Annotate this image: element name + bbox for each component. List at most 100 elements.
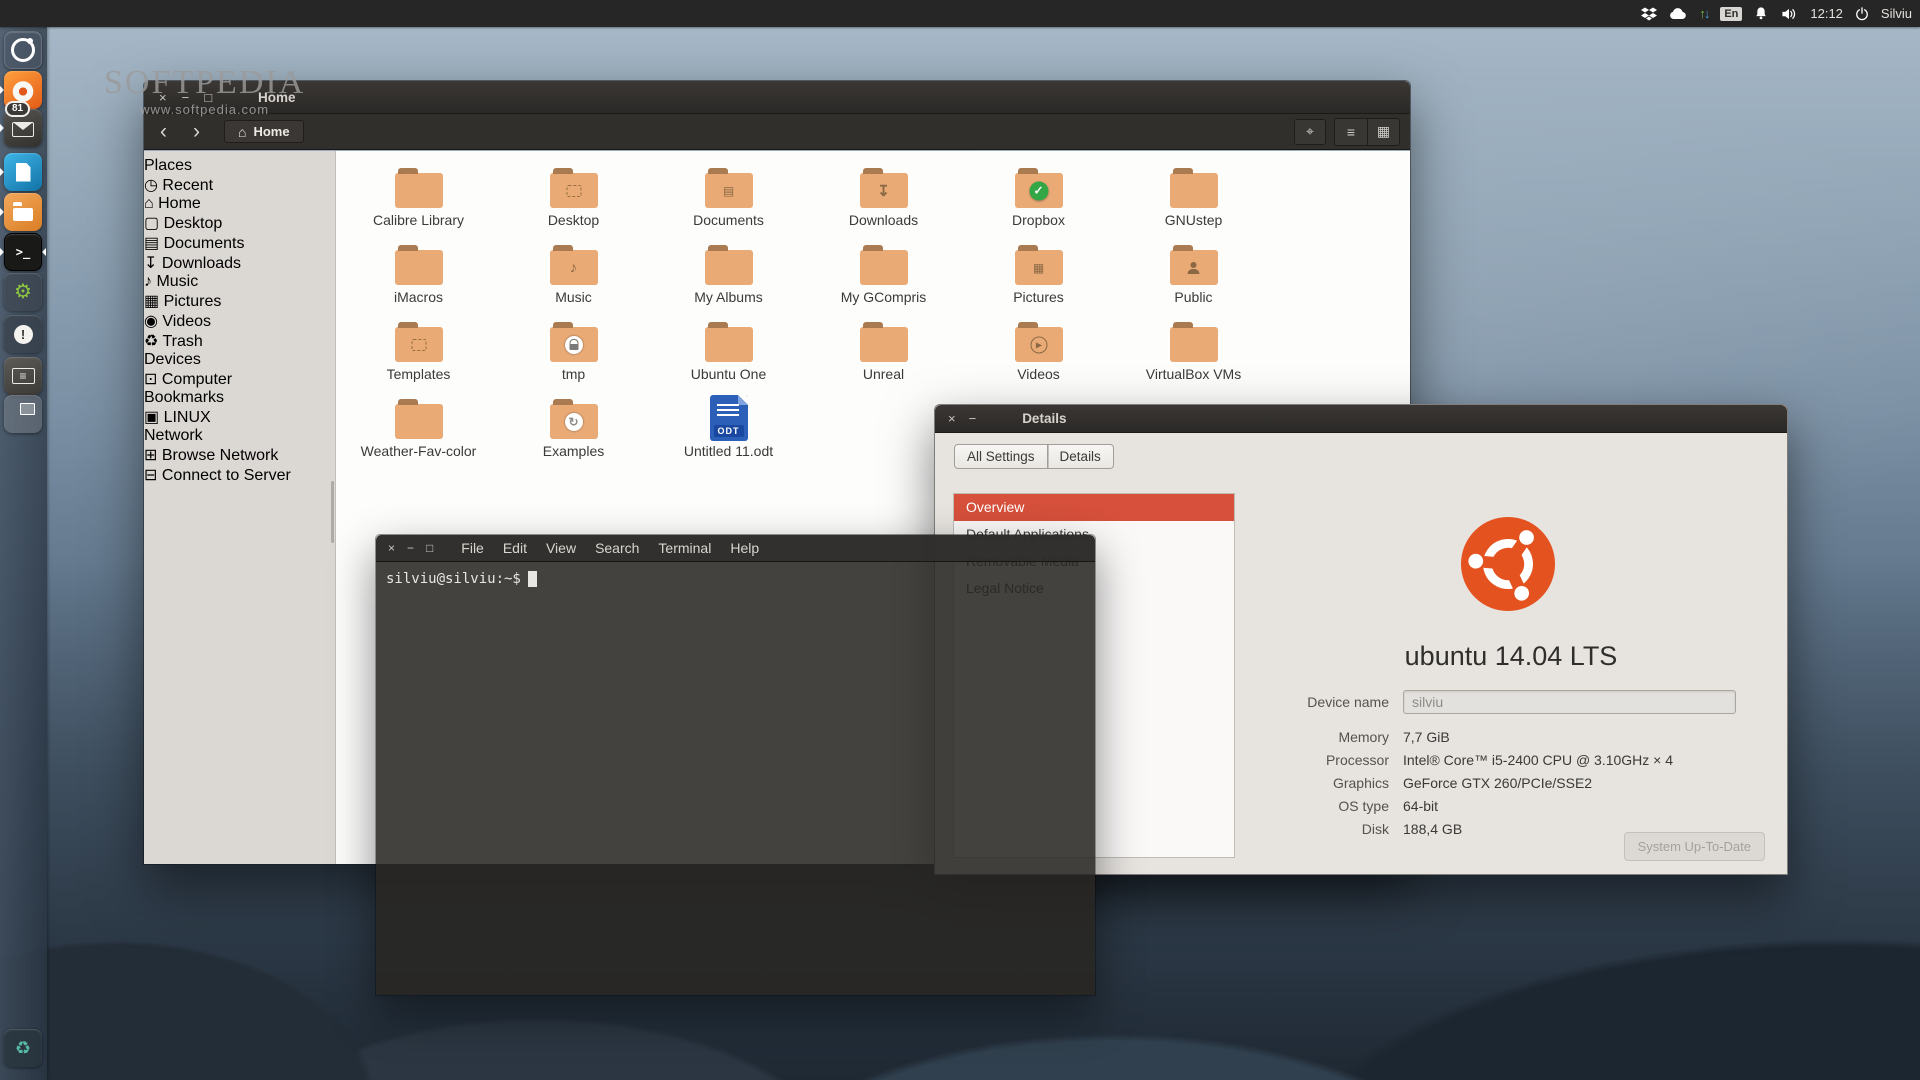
file-item[interactable]: iMacros: [344, 240, 494, 317]
file-item[interactable]: Weather-Fav-color: [344, 394, 494, 471]
maximize-icon[interactable]: □: [204, 91, 212, 104]
volume-speaker-icon[interactable]: [1780, 7, 1798, 21]
dash-home-icon[interactable]: [4, 31, 42, 69]
files-icon[interactable]: [0, 193, 42, 231]
sidebar-item[interactable]: ↧ Downloads: [144, 253, 335, 273]
file-item[interactable]: GNUstep: [1119, 163, 1269, 240]
menu-item[interactable]: Help: [730, 540, 759, 556]
sidebar-item-label: Home: [158, 195, 201, 212]
list-view-button[interactable]: ≡: [1335, 118, 1367, 145]
close-icon[interactable]: ×: [159, 91, 167, 104]
downloads-icon: ↧: [144, 255, 158, 272]
file-item[interactable]: Public: [1119, 240, 1269, 317]
back-icon[interactable]: ‹: [160, 121, 167, 142]
terminal-icon[interactable]: [0, 233, 46, 271]
dropbox-tray-icon[interactable]: [1641, 7, 1658, 21]
file-item[interactable]: My GCompris: [809, 240, 959, 317]
session-power-icon[interactable]: [1855, 6, 1869, 21]
file-manager-titlebar[interactable]: × − □ Home: [144, 81, 1410, 114]
sidebar-item[interactable]: ▢ Desktop: [144, 213, 335, 233]
sidebar-item[interactable]: ⊟ Connect to Server: [144, 465, 335, 485]
file-item[interactable]: My Albums: [654, 240, 804, 317]
file-label: Ubuntu One: [690, 366, 767, 382]
session-username[interactable]: Silviu: [1881, 6, 1912, 21]
file-item[interactable]: Unreal: [809, 317, 959, 394]
forward-icon[interactable]: ›: [193, 121, 200, 142]
settings-gear-icon[interactable]: [4, 273, 42, 311]
close-icon[interactable]: ×: [388, 542, 395, 554]
update-alert-icon[interactable]: [4, 315, 42, 353]
sidebar-item[interactable]: Devices: [144, 351, 335, 369]
terminal-titlebar[interactable]: × − □ File Edit View Search Terminal Hel…: [376, 535, 1095, 562]
file-item[interactable]: Desktop: [499, 163, 649, 240]
menu-item[interactable]: View: [546, 540, 576, 556]
menu-item[interactable]: File: [461, 540, 484, 556]
sidebar-item[interactable]: Places: [144, 157, 335, 175]
sidebar-item[interactable]: ⊞ Browse Network: [144, 445, 335, 465]
sidebar-item[interactable]: ◉ Videos: [144, 311, 335, 331]
sidebar-item[interactable]: ▣ LINUX: [144, 407, 335, 427]
minimize-icon[interactable]: −: [182, 91, 190, 104]
file-item[interactable]: Downloads: [809, 163, 959, 240]
launcher-tile-art: [4, 153, 42, 191]
sidebar-item[interactable]: ▦ Pictures: [144, 291, 335, 311]
sidebar-item[interactable]: ◷ Recent: [144, 175, 335, 195]
minimize-icon[interactable]: −: [407, 542, 414, 554]
clock-indicator[interactable]: 12:12: [1810, 6, 1843, 21]
file-label: Templates: [386, 366, 451, 382]
sidebar-item[interactable]: ▤ Documents: [144, 233, 335, 253]
sidebar-item[interactable]: Network: [144, 427, 335, 445]
sidebar-item[interactable]: ♻ Trash: [144, 331, 335, 351]
file-item[interactable]: VirtualBox VMs: [1119, 317, 1269, 394]
file-item[interactable]: Calibre Library: [344, 163, 494, 240]
file-item[interactable]: Examples: [499, 394, 649, 471]
places-sidebar: Places ◷ Recent ⌂ Home ▢ Desktop ▤ Docum…: [144, 151, 336, 864]
sidebar-item[interactable]: ⌂ Home: [144, 195, 335, 213]
file-item[interactable]: tmp: [499, 317, 649, 394]
device-name-input[interactable]: [1403, 690, 1736, 714]
file-label: Examples: [542, 443, 605, 459]
sidebar-item[interactable]: ♪ Music: [144, 273, 335, 291]
details-titlebar[interactable]: × − Details: [935, 405, 1787, 433]
menu-item[interactable]: Search: [595, 540, 639, 556]
file-item[interactable]: ODT Untitled 11.odt: [654, 394, 804, 471]
sidebar-item[interactable]: Bookmarks: [144, 389, 335, 407]
mail-icon[interactable]: 81: [0, 101, 42, 147]
file-item[interactable]: Music: [499, 240, 649, 317]
file-label: Public: [1174, 289, 1213, 305]
network-transfer-icon[interactable]: ↑↓: [1699, 6, 1710, 21]
file-item[interactable]: Templates: [344, 317, 494, 394]
breadcrumb[interactable]: ⌂ Home: [224, 120, 304, 143]
menu-item[interactable]: Terminal: [658, 540, 711, 556]
file-item[interactable]: Ubuntu One: [654, 317, 804, 394]
file-item[interactable]: Pictures: [964, 240, 1114, 317]
cloud-sync-icon[interactable]: [1669, 7, 1687, 20]
minimize-icon[interactable]: −: [969, 412, 977, 425]
system-info-fields: Device name: [1235, 689, 1767, 720]
file-item[interactable]: Dropbox: [964, 163, 1114, 240]
file-item[interactable]: Documents: [654, 163, 804, 240]
scrollbar-thumb[interactable]: [331, 481, 334, 543]
keyboard-layout-indicator[interactable]: En: [1720, 6, 1743, 21]
sidebar-item-label: Bookmarks: [144, 389, 225, 406]
location-search-button[interactable]: ⌖: [1294, 118, 1326, 145]
tweaks-sliders-icon[interactable]: [4, 357, 42, 395]
details-nav-item[interactable]: Overview: [954, 494, 1234, 521]
workspace-icon[interactable]: [4, 395, 42, 433]
folder-emblem-icon: [877, 182, 890, 200]
grid-view-button[interactable]: ▦: [1367, 118, 1399, 145]
trash-icon[interactable]: [4, 1029, 42, 1067]
terminal-content[interactable]: silviu@silviu:~$: [376, 562, 1095, 995]
breadcrumb-label: Home: [253, 124, 290, 139]
notification-bell-icon[interactable]: [1754, 6, 1768, 21]
maximize-icon[interactable]: □: [426, 542, 433, 554]
libreoffice-icon[interactable]: [0, 153, 42, 191]
menu-item[interactable]: Edit: [503, 540, 527, 556]
system-up-to-date-button[interactable]: System Up-To-Date: [1623, 832, 1765, 861]
close-icon[interactable]: ×: [948, 412, 956, 425]
spec-value: 188,4 GB: [1403, 820, 1463, 837]
all-settings-button[interactable]: All Settings: [954, 444, 1048, 469]
file-item[interactable]: Videos: [964, 317, 1114, 394]
details-tab-button[interactable]: Details: [1047, 444, 1114, 469]
sidebar-item[interactable]: ⊡ Computer: [144, 369, 335, 389]
